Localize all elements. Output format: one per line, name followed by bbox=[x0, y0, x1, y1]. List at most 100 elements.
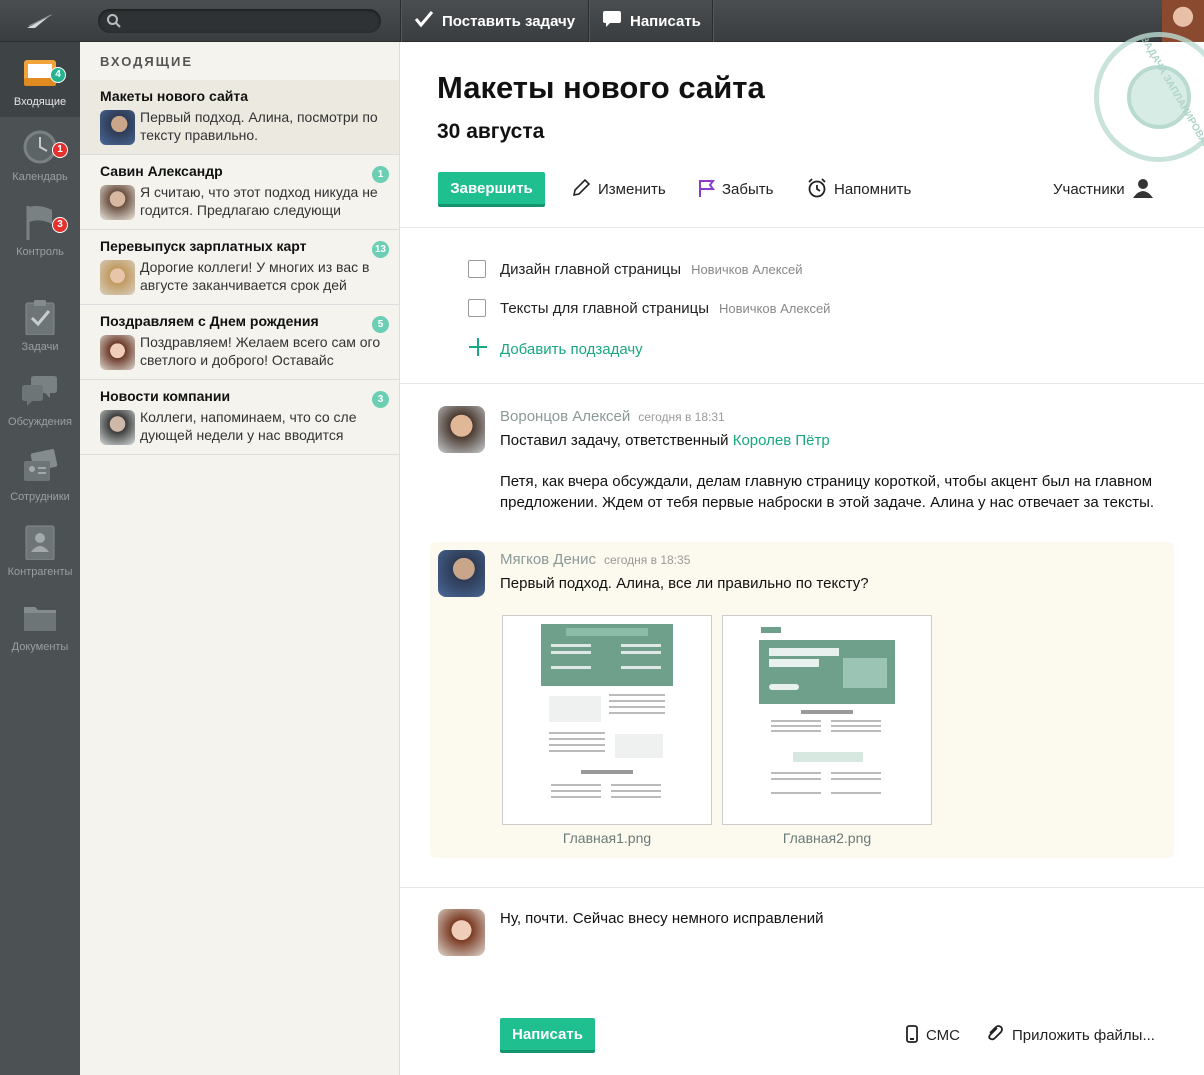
unread-count-badge: 1 bbox=[372, 166, 389, 183]
attach-label: Приложить файлы... bbox=[1012, 1027, 1155, 1044]
subtask-item[interactable]: Дизайн главной страницы Новичков Алексей bbox=[468, 259, 803, 279]
mockup-preview bbox=[759, 624, 895, 794]
attachment-thumbnail[interactable] bbox=[502, 615, 712, 825]
new-task-button[interactable]: Поставить задачу bbox=[414, 0, 575, 42]
comment-author[interactable]: Воронцов Алексей сегодня в 18:31 bbox=[500, 408, 725, 425]
search-icon bbox=[106, 13, 122, 34]
topbar-divider bbox=[400, 0, 401, 42]
inbox-item[interactable]: Савин Александр 1 Я считаю, что этот под… bbox=[80, 155, 399, 230]
avatar bbox=[100, 335, 135, 370]
id-cards-icon bbox=[22, 449, 58, 485]
inbox-item-title: Поздравляем с Днем рождения bbox=[100, 313, 319, 329]
participants-label: Участники bbox=[1053, 181, 1125, 198]
plus-icon bbox=[468, 337, 488, 361]
nav-label: Сотрудники bbox=[10, 491, 70, 503]
nav-label: Контрагенты bbox=[7, 566, 73, 578]
send-button[interactable]: Написать bbox=[500, 1018, 595, 1053]
subtask-label: Тексты для главной страницы bbox=[500, 299, 709, 317]
inbox-count-badge: 4 bbox=[50, 67, 66, 83]
inbox-item[interactable]: Перевыпуск зарплатных карт 13 Дорогие ко… bbox=[80, 230, 399, 305]
nav-item-tasks[interactable]: Задачи bbox=[0, 287, 80, 362]
topbar-divider bbox=[588, 0, 589, 42]
nav-item-control[interactable]: 3 Контроль bbox=[0, 192, 80, 267]
inbox-item-title: Макеты нового сайта bbox=[100, 88, 248, 104]
subtask-checkbox[interactable] bbox=[468, 299, 486, 317]
unread-count-badge: 5 bbox=[372, 316, 389, 333]
new-task-label: Поставить задачу bbox=[442, 12, 576, 30]
divider bbox=[400, 383, 1204, 384]
subtask-item[interactable]: Тексты для главной страницы Новичков Але… bbox=[468, 298, 830, 318]
comment-time: сегодня в 18:35 bbox=[603, 553, 691, 567]
write-label: Написать bbox=[630, 12, 701, 30]
scheduled-stamp: ЗАДАЧА ЗАПЛАНИРОВАНА bbox=[1094, 32, 1204, 162]
inbox-item-preview: Коллеги, напоминаем, что со сле дующей н… bbox=[140, 409, 357, 443]
person-icon bbox=[1132, 178, 1154, 202]
subtask-assignee[interactable]: Новичков Алексей bbox=[719, 301, 830, 316]
attach-files-button[interactable]: Приложить файлы... bbox=[985, 1018, 1155, 1053]
inbox-item[interactable]: Макеты нового сайта Первый подход. Алина… bbox=[80, 80, 399, 155]
remind-button[interactable]: Напомнить bbox=[807, 172, 911, 207]
nav-label: Обсуждения bbox=[8, 416, 72, 428]
task-title: Макеты нового сайта bbox=[437, 70, 765, 105]
edit-button[interactable]: Изменить bbox=[571, 172, 666, 207]
flag-icon bbox=[697, 178, 715, 202]
unread-count-badge: 3 bbox=[372, 391, 389, 408]
nav-item-inbox[interactable]: 4 Входящие bbox=[0, 42, 80, 117]
avatar bbox=[100, 110, 135, 145]
comment-time: сегодня в 18:31 bbox=[638, 410, 725, 424]
pencil-icon bbox=[571, 178, 591, 202]
inbox-title: ВХОДЯЩИЕ bbox=[100, 54, 194, 69]
forget-button[interactable]: Забыть bbox=[697, 172, 773, 207]
task-detail-panel: ЗАДАЧА ЗАПЛАНИРОВАНА Макеты нового сайта… bbox=[400, 32, 1204, 1075]
nav-item-calendar[interactable]: 1 Календарь bbox=[0, 117, 80, 192]
app-logo-icon[interactable] bbox=[0, 0, 80, 42]
control-count-badge: 3 bbox=[52, 217, 68, 233]
finish-button[interactable]: Завершить bbox=[438, 172, 545, 207]
inbox-item[interactable]: Новости компании 3 Коллеги, напоминаем, … bbox=[80, 380, 399, 455]
nav-item-documents[interactable]: Документы bbox=[0, 587, 80, 662]
add-subtask-label: Добавить подзадачу bbox=[500, 340, 643, 358]
inbox-item-title: Новости компании bbox=[100, 388, 231, 404]
inbox-item[interactable]: Поздравляем с Днем рождения 5 Поздравляе… bbox=[80, 305, 399, 380]
sms-toggle[interactable]: СМС bbox=[905, 1018, 960, 1053]
participants-button[interactable]: Участники bbox=[1053, 172, 1154, 207]
nav-item-contractors[interactable]: Контрагенты bbox=[0, 512, 80, 587]
write-message-button[interactable]: Написать bbox=[602, 0, 701, 42]
subtask-checkbox[interactable] bbox=[468, 260, 486, 278]
reply-textarea[interactable]: Ну, почти. Сейчас внесу немного исправле… bbox=[500, 910, 824, 927]
mockup-preview bbox=[541, 624, 673, 798]
chat-bubbles-icon bbox=[22, 374, 58, 410]
search-input[interactable] bbox=[98, 9, 381, 33]
inbox-item-title: Савин Александр bbox=[100, 163, 223, 179]
alarm-clock-icon bbox=[807, 177, 827, 202]
nav-item-employees[interactable]: Сотрудники bbox=[0, 437, 80, 512]
paperclip-icon bbox=[985, 1024, 1005, 1048]
nav-item-discussions[interactable]: Обсуждения bbox=[0, 362, 80, 437]
nav-label: Документы bbox=[11, 641, 69, 653]
calendar-count-badge: 1 bbox=[52, 142, 68, 158]
comment-author[interactable]: Мягков Денис сегодня в 18:35 bbox=[500, 551, 690, 568]
avatar bbox=[438, 550, 485, 597]
attachment-filename[interactable]: Главная2.png bbox=[722, 830, 932, 846]
nav-label: Календарь bbox=[12, 171, 68, 183]
add-subtask-button[interactable]: Добавить подзадачу bbox=[468, 337, 643, 361]
inbox-item-preview: Поздравляем! Желаем всего сам ого светло… bbox=[140, 334, 381, 368]
top-bar: Поставить задачу Написать bbox=[0, 0, 1204, 42]
subtask-assignee[interactable]: Новичков Алексей bbox=[691, 262, 802, 277]
folder-icon bbox=[22, 599, 58, 635]
nav-label: Входящие bbox=[13, 96, 67, 108]
responsible-link[interactable]: Королев Пётр bbox=[733, 432, 830, 449]
checkmark-icon bbox=[414, 10, 434, 32]
task-date: 30 августа bbox=[437, 120, 545, 143]
divider bbox=[400, 887, 1204, 888]
sms-label: СМС bbox=[926, 1027, 960, 1044]
forget-label: Забыть bbox=[722, 181, 774, 198]
nav-label: Задачи bbox=[21, 341, 59, 353]
attachment-thumbnail[interactable] bbox=[722, 615, 932, 825]
subtask-label: Дизайн главной страницы bbox=[500, 260, 682, 278]
attachment-filename[interactable]: Главная1.png bbox=[502, 830, 712, 846]
inbox-item-preview: Дорогие коллеги! У многих из вас в авгус… bbox=[140, 259, 370, 293]
divider bbox=[400, 227, 1204, 228]
comment-line: Поставил задачу, ответственный Королев П… bbox=[500, 432, 830, 449]
inbox-panel: ВХОДЯЩИЕ Макеты нового сайта Первый подх… bbox=[80, 42, 400, 1075]
